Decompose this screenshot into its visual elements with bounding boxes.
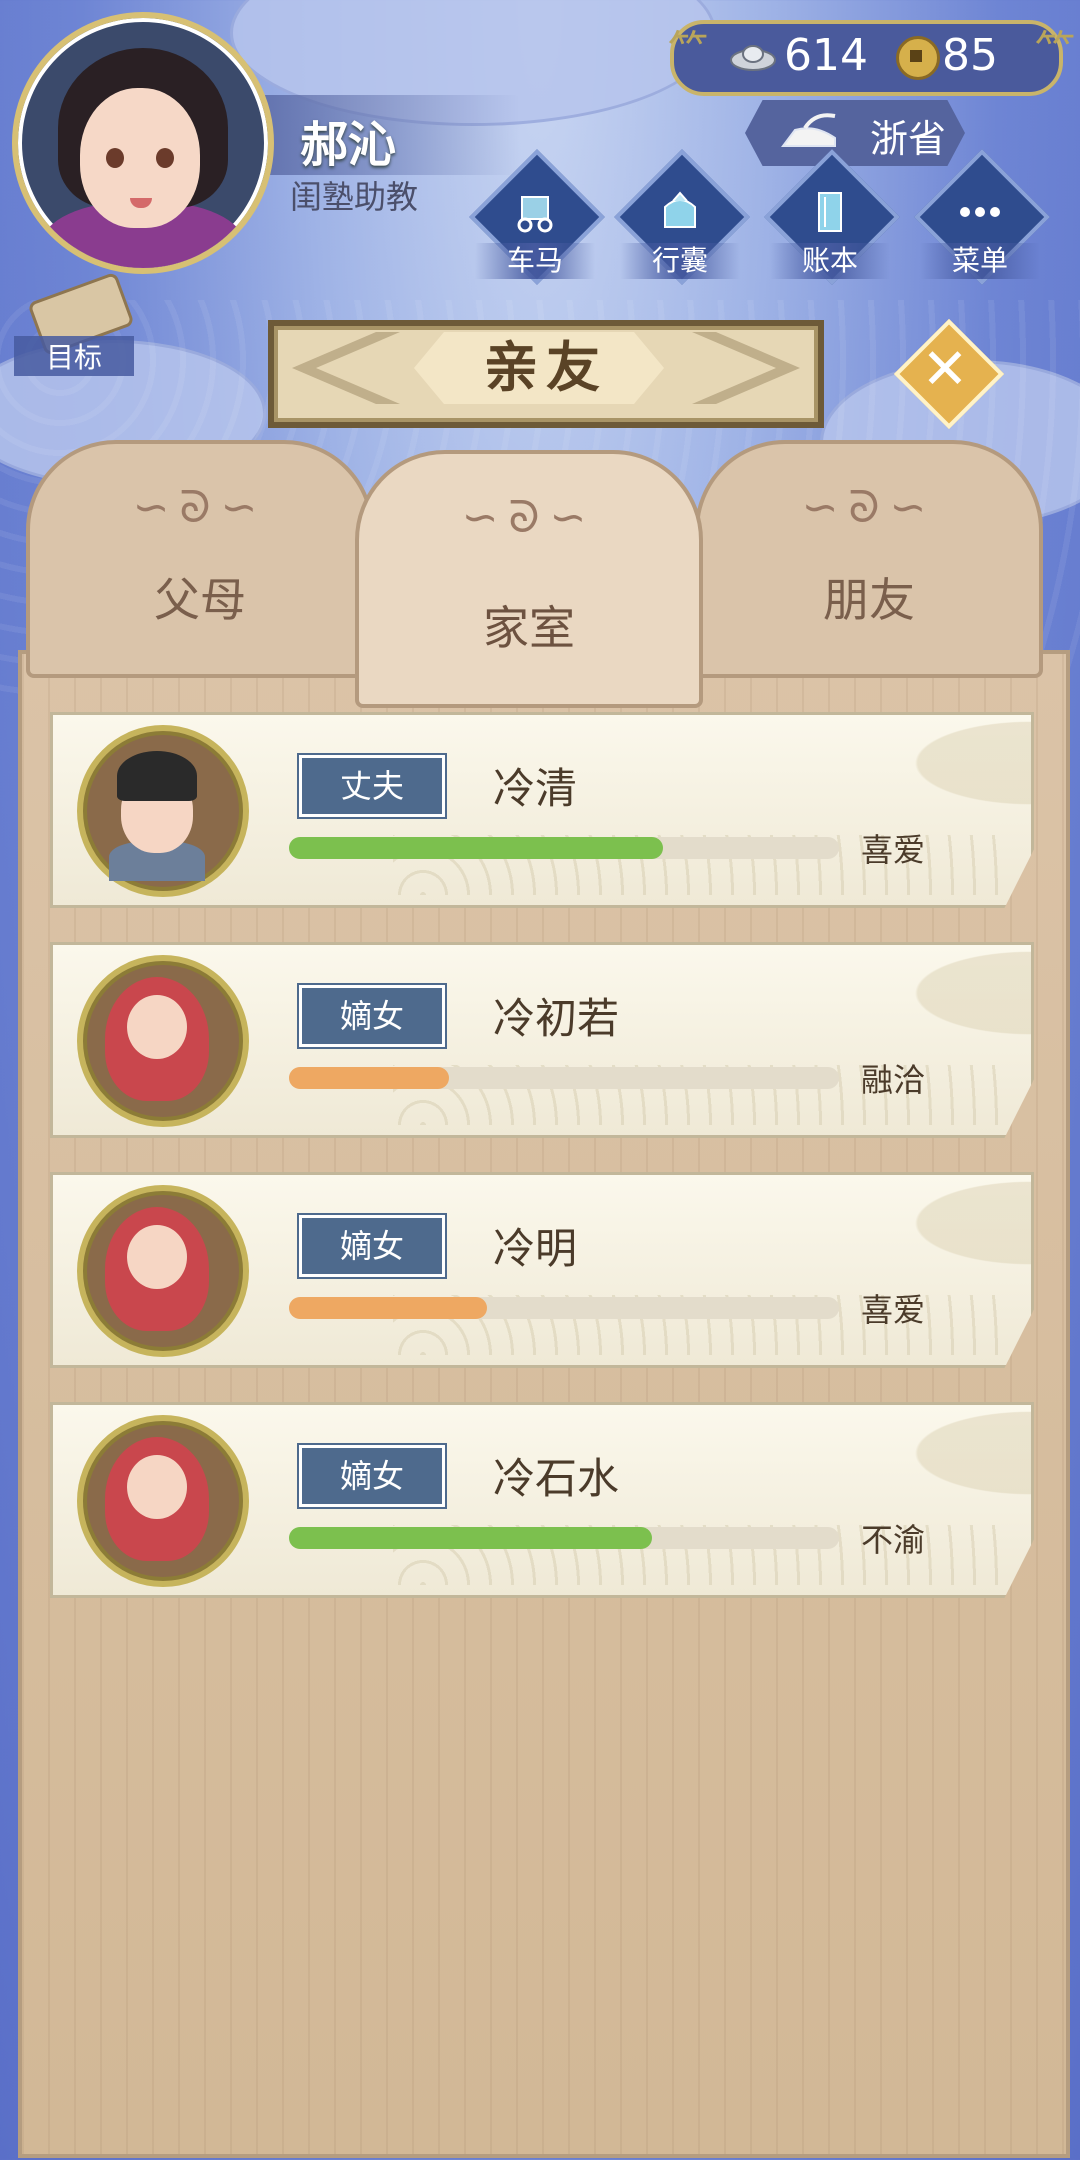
relative-name: 冷石水 bbox=[493, 1454, 620, 1503]
relation-status: 喜爱 bbox=[861, 831, 926, 869]
silver-ingot-icon bbox=[730, 45, 776, 71]
goal-label: 目标 bbox=[14, 336, 134, 376]
role-tag: 丈夫 bbox=[299, 755, 445, 817]
player-name: 郝沁 bbox=[300, 117, 397, 173]
role-tag: 嫡女 bbox=[299, 1445, 445, 1507]
nav-carriage-button[interactable]: 车马 bbox=[469, 149, 605, 285]
province-label: 浙省 bbox=[870, 117, 947, 161]
close-icon: ✕ bbox=[921, 337, 969, 402]
copper-amount: 85 bbox=[942, 30, 998, 81]
relative-name: 冷明 bbox=[493, 1224, 578, 1273]
menu-dots-icon bbox=[960, 207, 1000, 217]
relative-name: 冷初若 bbox=[493, 994, 620, 1043]
currency-bar[interactable]: ⺮ 614 85 ⺮ bbox=[668, 20, 1075, 96]
affection-bar-fill bbox=[289, 1067, 449, 1089]
tab-label: 家室 bbox=[483, 601, 575, 655]
player-avatar[interactable] bbox=[12, 12, 274, 274]
baby-avatar bbox=[77, 1185, 249, 1357]
husband-avatar bbox=[77, 725, 249, 897]
copper-coin-icon bbox=[896, 36, 940, 80]
silver-amount: 614 bbox=[784, 30, 868, 81]
tab-friends[interactable]: ∽ᘐ∽ 朋友 bbox=[695, 440, 1043, 678]
tab-family[interactable]: ∽ᘐ∽ 家室 bbox=[355, 450, 703, 708]
affection-bar-fill bbox=[289, 1527, 652, 1549]
relation-status: 喜爱 bbox=[861, 1291, 926, 1329]
bamboo-icon: ⺮ bbox=[1035, 28, 1075, 74]
relative-card[interactable]: 丈夫 冷清 喜爱 bbox=[50, 712, 1034, 908]
affection-bar bbox=[289, 1527, 839, 1549]
affection-bar bbox=[289, 837, 839, 859]
affection-bar bbox=[289, 1067, 839, 1089]
close-button[interactable]: ✕ bbox=[893, 318, 1005, 430]
page-title-plaque: 亲友 bbox=[268, 320, 824, 428]
player-title: 闺塾助教 bbox=[290, 178, 419, 216]
nav-label: 账本 bbox=[770, 243, 890, 279]
iron-icon bbox=[781, 113, 836, 147]
relative-card[interactable]: 嫡女 冷石水 不渝 bbox=[50, 1402, 1034, 1598]
nav-label: 菜单 bbox=[920, 243, 1040, 279]
carriage-icon bbox=[517, 196, 553, 233]
baby-avatar bbox=[77, 1415, 249, 1587]
nav-label: 车马 bbox=[475, 243, 595, 279]
affection-bar-fill bbox=[289, 1297, 487, 1319]
nav-ledger-button[interactable]: 账本 bbox=[764, 149, 900, 285]
relative-card[interactable]: 嫡女 冷明 喜爱 bbox=[50, 1172, 1034, 1368]
relation-status: 融洽 bbox=[861, 1061, 926, 1099]
affection-bar-fill bbox=[289, 837, 663, 859]
relative-name: 冷清 bbox=[493, 764, 578, 813]
goal-button[interactable]: 目标 bbox=[14, 271, 135, 380]
nav-label: 行囊 bbox=[620, 243, 740, 279]
baby-avatar bbox=[77, 955, 249, 1127]
nav-bag-button[interactable]: 行囊 bbox=[614, 149, 750, 285]
bamboo-icon: ⺮ bbox=[668, 28, 708, 74]
relation-status: 不渝 bbox=[861, 1521, 926, 1559]
ledger-icon bbox=[818, 192, 842, 232]
nav-menu-button[interactable]: 菜单 bbox=[914, 149, 1050, 285]
swirl-ornament-icon: ∽ᘐ∽ bbox=[801, 482, 937, 533]
swirl-ornament-icon: ∽ᘐ∽ bbox=[461, 492, 597, 543]
tab-label: 朋友 bbox=[823, 573, 915, 627]
affection-bar bbox=[289, 1297, 839, 1319]
page-title: 亲友 bbox=[484, 336, 608, 399]
relative-card[interactable]: 嫡女 冷初若 融洽 bbox=[50, 942, 1034, 1138]
bag-icon bbox=[664, 191, 696, 228]
swirl-ornament-icon: ∽ᘐ∽ bbox=[132, 482, 268, 533]
role-tag: 嫡女 bbox=[299, 1215, 445, 1277]
province-button[interactable]: 浙省 bbox=[745, 100, 965, 166]
tab-label: 父母 bbox=[154, 573, 246, 627]
tab-parents[interactable]: ∽ᘐ∽ 父母 bbox=[26, 440, 374, 678]
role-tag: 嫡女 bbox=[299, 985, 445, 1047]
